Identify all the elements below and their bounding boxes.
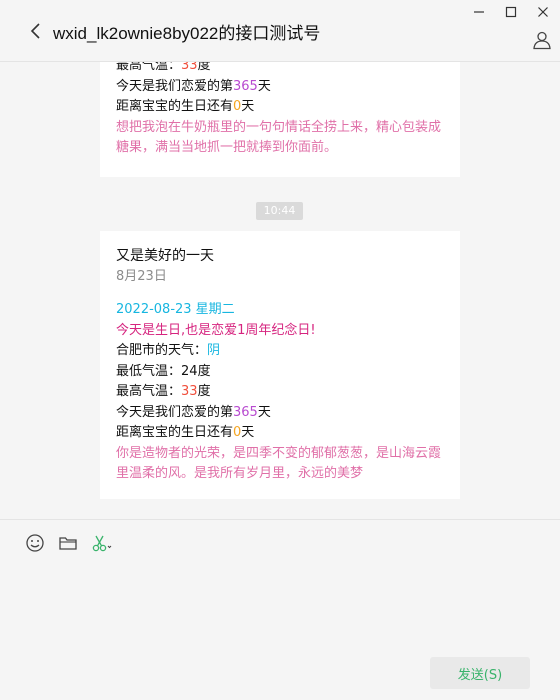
love-days-line: 今天是我们恋爱的第365天 (116, 77, 444, 98)
unit-text: 天 (257, 78, 271, 94)
value-text: 33 (181, 384, 198, 399)
card-date: 8月23日 (116, 269, 167, 284)
folder-icon (59, 537, 77, 550)
value-text: 阴 (207, 343, 221, 358)
maximize-button[interactable] (502, 4, 520, 20)
birthday-line: 今天是生日,也是恋爱1周年纪念日! (116, 322, 316, 338)
window-controls (470, 4, 552, 20)
value-text: 365 (233, 404, 258, 420)
max-temp-line: 最高气温：33度 (116, 62, 444, 77)
value-text: 24 (181, 363, 198, 379)
label-text: 合肥市的天气： (116, 343, 208, 358)
max-temp-line: 最高气温：33度 (116, 382, 444, 403)
send-button[interactable]: 发送(S) (430, 657, 530, 689)
birthday-days-line: 距离宝宝的生日还有0天 (116, 97, 444, 118)
birthday-days-line: 距离宝宝的生日还有0天 (116, 423, 444, 444)
value-text: 365 (233, 78, 258, 94)
label-text: 最高气温： (116, 62, 182, 73)
timestamp-badge: 10:44 (256, 202, 303, 220)
love-days-line: 今天是我们恋爱的第365天 (116, 403, 444, 424)
file-button[interactable] (58, 533, 78, 553)
input-area[interactable]: 发送(S) (0, 519, 560, 700)
value-text: 33 (181, 62, 198, 73)
chat-title: wxid_lk2ownie8by022的接口测试号 (53, 24, 321, 43)
message-card[interactable]: 最高气温：33度 今天是我们恋爱的第365天 距离宝宝的生日还有0天 想把我泡在… (100, 62, 460, 177)
close-icon (538, 7, 548, 17)
card-title: 又是美好的一天 (116, 248, 214, 264)
message-list[interactable]: 最高气温：33度 今天是我们恋爱的第365天 距离宝宝的生日还有0天 想把我泡在… (0, 62, 560, 519)
label-text: 今天是我们恋爱的第 (116, 404, 234, 420)
label-text: 最低气温： (116, 363, 182, 379)
emoji-icon (26, 534, 44, 552)
unit-text: 天 (241, 99, 255, 114)
quote-text: 你是造物者的光荣，是四季不变的郁郁葱葱，是山海云霞里温柔的风。是我所有岁月里，永… (116, 445, 442, 482)
label-text: 今天是我们恋爱的第 (116, 78, 234, 94)
back-button[interactable] (28, 22, 44, 40)
unit-text: 度 (197, 363, 211, 379)
date-line: 2022-08-23 星期二 (116, 302, 235, 317)
profile-button[interactable] (532, 30, 552, 50)
label-text: 距离宝宝的生日还有 (116, 425, 234, 440)
close-button[interactable] (534, 4, 552, 20)
quote-text: 想把我泡在牛奶瓶里的一句句情话全捞上来，精心包装成糖果，满当当地抓一把就捧到你面… (116, 119, 442, 156)
emoji-button[interactable] (25, 533, 45, 553)
label-text: 最高气温： (116, 384, 182, 399)
unit-text: 度 (197, 62, 211, 73)
message-card[interactable]: 又是美好的一天 8月23日 2022-08-23 星期二 今天是生日,也是恋爱1… (100, 231, 460, 499)
person-icon (533, 31, 551, 50)
unit-text: 天 (257, 404, 271, 420)
min-temp-line: 最低气温：24度 (116, 362, 444, 383)
unit-text: 天 (241, 425, 255, 440)
maximize-icon (505, 6, 517, 18)
chevron-left-icon (30, 23, 40, 39)
minimize-icon (474, 11, 484, 13)
label-text: 距离宝宝的生日还有 (116, 99, 234, 114)
minimize-button[interactable] (470, 4, 488, 20)
scissors-icon (92, 535, 112, 552)
unit-text: 度 (197, 384, 211, 399)
weather-line: 合肥市的天气：阴 (116, 341, 444, 362)
screenshot-button[interactable] (91, 533, 113, 553)
